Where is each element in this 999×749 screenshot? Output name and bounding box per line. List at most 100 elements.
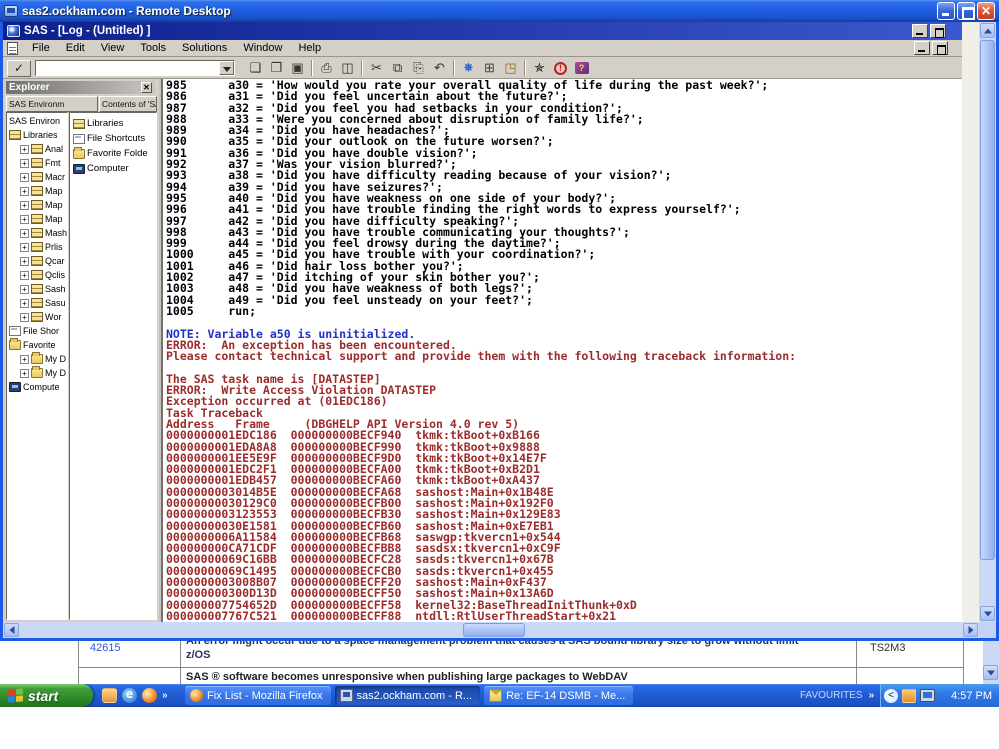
vertical-scroll-thumb[interactable]: [980, 40, 995, 560]
menu-tools[interactable]: Tools: [132, 41, 174, 55]
contents-item-computer[interactable]: Computer: [70, 161, 156, 176]
expand-plus-icon[interactable]: +: [20, 271, 29, 280]
undo-icon[interactable]: ↶: [429, 59, 450, 77]
new-icon[interactable]: ❏: [245, 59, 266, 77]
tree-item-favorite-folders[interactable]: Favorite: [7, 338, 67, 352]
menu-help[interactable]: Help: [290, 41, 329, 55]
new-library-icon[interactable]: ✸: [458, 59, 479, 77]
tray-clock-icon[interactable]: [902, 689, 916, 703]
expand-plus-icon[interactable]: +: [20, 215, 29, 224]
combo-dropdown-icon[interactable]: [219, 61, 234, 75]
tree-item-lib-fmt[interactable]: +Fmt: [7, 156, 67, 170]
expand-plus-icon[interactable]: +: [20, 355, 29, 364]
menu-file[interactable]: File: [24, 41, 58, 55]
scroll-left-icon[interactable]: [4, 623, 19, 637]
mdi-restore-button[interactable]: [932, 41, 948, 55]
scroll-right-icon[interactable]: [963, 623, 978, 637]
copy-icon[interactable]: ⧉: [387, 59, 408, 77]
submit-icon[interactable]: ✯: [529, 59, 550, 77]
quick-launch-app-icon[interactable]: [102, 688, 117, 703]
rd-horizontal-scrollbar[interactable]: [3, 622, 979, 638]
close-button[interactable]: [977, 2, 995, 20]
tree-pane-header[interactable]: SAS Environm: [6, 96, 98, 112]
sas-minimize-button[interactable]: [912, 24, 928, 38]
browser-vertical-scrollbar[interactable]: [983, 641, 999, 684]
remote-desktop-title-bar[interactable]: sas2.ockham.com - Remote Desktop: [0, 0, 999, 22]
minimize-button[interactable]: [937, 2, 955, 20]
explorer-window-icon[interactable]: ⊞: [479, 59, 500, 77]
tray-network-icon[interactable]: [920, 689, 935, 702]
explorer-close-icon[interactable]: ✕: [141, 82, 152, 93]
explorer-title-bar[interactable]: Explorer ✕: [6, 81, 155, 94]
expand-plus-icon[interactable]: +: [20, 369, 29, 378]
tree-item-lib-sasu[interactable]: +Sasu: [7, 296, 67, 310]
sas-note-id-link[interactable]: 42615: [90, 642, 170, 654]
horizontal-scroll-thumb[interactable]: [463, 623, 525, 637]
tree-item-computer[interactable]: Compute: [7, 380, 67, 394]
toolbar-overflow-chevron-icon[interactable]: »: [869, 690, 873, 701]
command-check-button[interactable]: ✓: [7, 60, 31, 77]
task-button-mail[interactable]: Re: EF-14 DSMB - Me...: [484, 686, 633, 705]
log-document-icon[interactable]: [7, 42, 18, 55]
menu-window[interactable]: Window: [235, 41, 290, 55]
rd-vertical-scrollbar[interactable]: [979, 22, 996, 622]
tree-item-lib-macr[interactable]: +Macr: [7, 170, 67, 184]
save-icon[interactable]: ▣: [287, 59, 308, 77]
hide-icons-chevron-icon[interactable]: <: [884, 689, 898, 703]
print-icon[interactable]: ⎙: [316, 59, 337, 77]
tree-item-lib-map-1[interactable]: +Map: [7, 184, 67, 198]
task-button-firefox[interactable]: Fix List - Mozilla Firefox: [185, 686, 331, 705]
paste-icon[interactable]: ⎘: [408, 59, 429, 77]
expand-plus-icon[interactable]: +: [20, 187, 29, 196]
start-button[interactable]: start: [0, 684, 93, 707]
cut-icon[interactable]: ✂: [366, 59, 387, 77]
help-icon[interactable]: ?: [571, 59, 592, 77]
menu-edit[interactable]: Edit: [58, 41, 93, 55]
tree-item-file-shortcuts[interactable]: File Shor: [7, 324, 67, 338]
tree-item-my-documents-2[interactable]: +My D: [7, 366, 67, 380]
expand-plus-icon[interactable]: +: [20, 313, 29, 322]
tree-item-libraries[interactable]: Libraries: [7, 128, 67, 142]
favourites-toolbar[interactable]: FAVOURITES »: [800, 684, 872, 707]
sas-restore-button[interactable]: [930, 24, 946, 38]
firefox-icon[interactable]: [142, 688, 157, 703]
tree-item-lib-anal[interactable]: +Anal: [7, 142, 67, 156]
task-button-remote-desktop[interactable]: sas2.ockham.com - R...: [335, 686, 481, 705]
expand-plus-icon[interactable]: +: [20, 173, 29, 182]
results-icon[interactable]: ◳: [500, 59, 521, 77]
menu-solutions[interactable]: Solutions: [174, 41, 235, 55]
break-icon[interactable]: !: [550, 59, 571, 77]
print-preview-icon[interactable]: ◫: [337, 59, 358, 77]
expand-plus-icon[interactable]: +: [20, 159, 29, 168]
contents-item-file-shortcuts[interactable]: File Shortcuts: [70, 131, 156, 146]
expand-plus-icon[interactable]: +: [20, 229, 29, 238]
open-icon[interactable]: ❐: [266, 59, 287, 77]
expand-plus-icon[interactable]: +: [20, 257, 29, 266]
menu-view[interactable]: View: [93, 41, 133, 55]
contents-item-favorite-folders[interactable]: Favorite Folde: [70, 146, 156, 161]
expand-plus-icon[interactable]: +: [20, 201, 29, 210]
mdi-minimize-button[interactable]: [914, 41, 930, 55]
tree-item-lib-qclis[interactable]: +Qclis: [7, 268, 67, 282]
tree-item-lib-wor[interactable]: +Wor: [7, 310, 67, 324]
tree-item-my-documents-1[interactable]: +My D: [7, 352, 67, 366]
tree-item-lib-mash[interactable]: +Mash: [7, 226, 67, 240]
expand-plus-icon[interactable]: +: [20, 299, 29, 308]
tree-item-lib-map-3[interactable]: +Map: [7, 212, 67, 226]
log-window[interactable]: 985 a30 = 'How would you rate your overa…: [159, 79, 962, 622]
command-bar-input[interactable]: [35, 60, 235, 76]
tree-item-lib-map-2[interactable]: +Map: [7, 198, 67, 212]
sas-title-bar[interactable]: SAS - [Log - (Untitled) ]: [3, 22, 962, 40]
scroll-down-icon[interactable]: [980, 606, 995, 621]
internet-explorer-icon[interactable]: [122, 688, 137, 703]
tree-item-sas-environment[interactable]: SAS Environ: [7, 114, 67, 128]
quick-launch-overflow-chevron-icon[interactable]: »: [162, 690, 166, 701]
tree-item-lib-sash[interactable]: +Sash: [7, 282, 67, 296]
tree-item-lib-qcar[interactable]: +Qcar: [7, 254, 67, 268]
expand-plus-icon[interactable]: +: [20, 243, 29, 252]
expand-plus-icon[interactable]: +: [20, 285, 29, 294]
scroll-down-icon[interactable]: [983, 665, 998, 680]
expand-plus-icon[interactable]: +: [20, 145, 29, 154]
tree-item-lib-prlis[interactable]: +Prlis: [7, 240, 67, 254]
contents-item-libraries[interactable]: Libraries: [70, 116, 156, 131]
